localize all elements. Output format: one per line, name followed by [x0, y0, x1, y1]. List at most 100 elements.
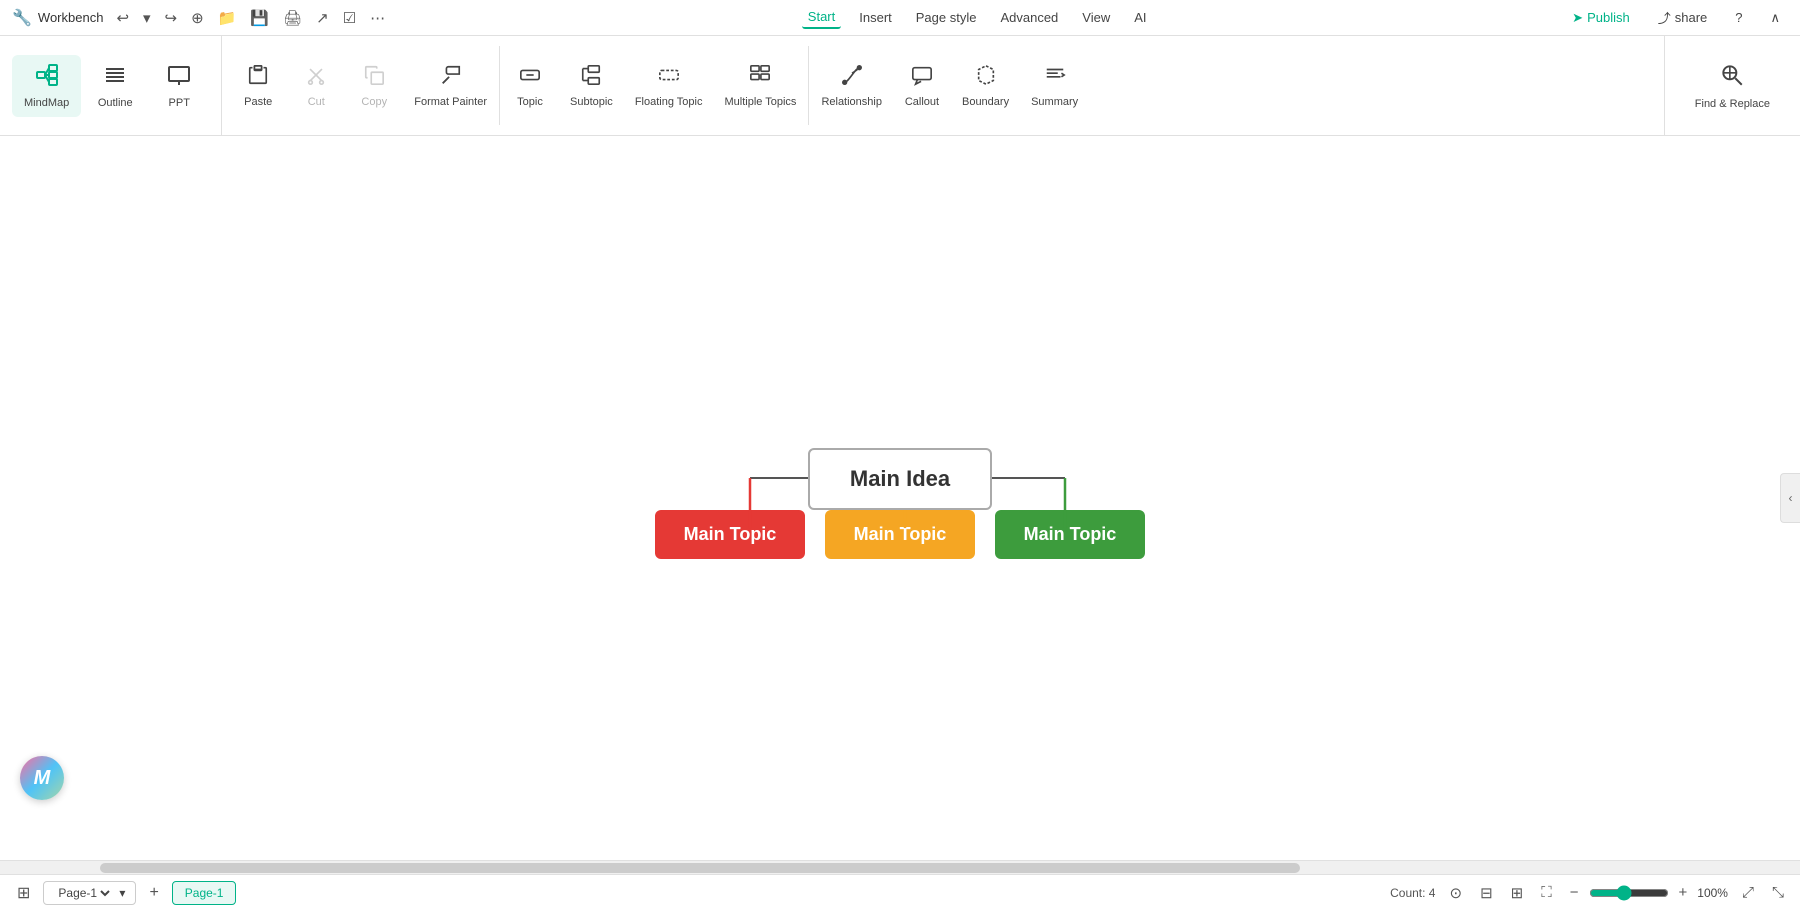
multiple-topics-button[interactable]: Multiple Topics — [714, 58, 806, 114]
format-painter-button[interactable]: Format Painter — [404, 58, 497, 114]
find-replace-button[interactable]: Find & Replace — [1681, 54, 1784, 118]
collapse-all-button[interactable]: ⤡ — [1768, 882, 1788, 903]
boundary-label: Boundary — [962, 96, 1009, 108]
topic-label: Topic — [517, 96, 543, 108]
grid-view-button[interactable]: ⊞ — [1507, 882, 1528, 904]
zoom-out-button[interactable]: − — [1566, 882, 1583, 903]
topic-button[interactable]: Topic — [502, 58, 558, 114]
callout-button[interactable]: Callout — [894, 58, 950, 114]
copy-icon — [363, 64, 385, 92]
collapse-button[interactable]: ∧ — [1763, 7, 1789, 29]
subtopic-button[interactable]: Subtopic — [560, 58, 623, 114]
nav-ai[interactable]: AI — [1128, 7, 1152, 28]
nav-start[interactable]: Start — [802, 6, 841, 29]
zoom-in-button[interactable]: + — [1675, 882, 1692, 903]
canvas[interactable]: Main Idea Main Topic Main Topic Main Top… — [0, 136, 1800, 860]
publish-button[interactable]: ➤ Publish — [1564, 7, 1638, 29]
status-bar-left: ⊞ Page-1 ▾ + Page-1 — [12, 881, 236, 905]
topic-1[interactable]: Main Topic — [655, 510, 805, 559]
paste-label: Paste — [244, 96, 272, 108]
fullscreen-button[interactable]: ⛶ — [1537, 882, 1556, 903]
nav-menu: Start Insert Page style Advanced View AI — [802, 6, 1153, 29]
check-button[interactable]: ☑ — [338, 6, 361, 30]
topic-3[interactable]: Main Topic — [995, 510, 1145, 559]
publish-icon: ➤ — [1572, 10, 1583, 26]
app-icon: 🔧 — [12, 8, 32, 28]
cut-button[interactable]: Cut — [288, 58, 344, 114]
boundary-button[interactable]: Boundary — [952, 58, 1019, 114]
active-page-tab[interactable]: Page-1 — [172, 881, 237, 905]
app-logo: 🔧 Workbench — [12, 8, 103, 28]
summary-label: Summary — [1031, 96, 1078, 108]
ppt-view-button[interactable]: PPT — [149, 55, 209, 117]
toolbar-tools: Paste Cut Copy — [222, 36, 1664, 135]
paste-button[interactable]: Paste — [230, 58, 286, 114]
nav-advanced[interactable]: Advanced — [994, 7, 1064, 28]
cut-label: Cut — [308, 96, 325, 108]
mindmap-view-button[interactable]: MindMap — [12, 55, 81, 117]
split-view-button[interactable]: ⊟ — [1476, 882, 1497, 904]
print-button[interactable]: 🖨 — [278, 6, 307, 30]
main-idea-node[interactable]: Main Idea — [808, 448, 992, 510]
toolbar: MindMap Outline PPT — [0, 36, 1800, 136]
open-file-button[interactable]: 📁 — [213, 6, 242, 30]
callout-label: Callout — [905, 96, 939, 108]
page-select[interactable]: Page-1 — [54, 885, 113, 901]
outline-label: Outline — [98, 97, 133, 109]
summary-button[interactable]: Summary — [1021, 58, 1088, 114]
view-group: MindMap Outline PPT — [0, 36, 222, 135]
callout-icon — [911, 64, 933, 92]
scrollbar-thumb[interactable] — [100, 863, 1300, 873]
more-button[interactable]: ⋯ — [365, 6, 390, 30]
outline-icon — [103, 63, 127, 93]
nav-insert[interactable]: Insert — [853, 7, 898, 28]
outline-view-button[interactable]: Outline — [85, 55, 145, 117]
fit-page-button[interactable]: ⊙ — [1445, 882, 1466, 904]
subtopic-label: Subtopic — [570, 96, 613, 108]
paste-icon — [247, 64, 269, 92]
nav-view[interactable]: View — [1076, 7, 1116, 28]
publish-label: Publish — [1587, 10, 1630, 25]
redo-button[interactable]: ↪ — [160, 6, 183, 30]
horizontal-scrollbar[interactable] — [0, 860, 1800, 874]
floating-topic-button[interactable]: Floating Topic — [625, 58, 713, 114]
nav-page-style[interactable]: Page style — [910, 7, 983, 28]
zoom-slider[interactable] — [1589, 885, 1669, 901]
relationship-button[interactable]: Relationship — [811, 58, 892, 114]
find-replace-group: Find & Replace — [1664, 36, 1800, 135]
status-bar: ⊞ Page-1 ▾ + Page-1 Count: 4 ⊙ ⊟ ⊞ ⛶ − +… — [0, 874, 1800, 910]
new-file-button[interactable]: ⊕ — [186, 6, 209, 30]
collapse-icon: ∧ — [1771, 10, 1781, 25]
floating-topic-icon — [658, 64, 680, 92]
expand-button[interactable]: ⤢ — [1738, 882, 1758, 903]
mindmap-label: MindMap — [24, 97, 69, 109]
undo-redo-group: ↩ ▾ ↪ ⊕ 📁 💾 🖨 ↗ ☑ ⋯ — [111, 6, 390, 30]
export-button[interactable]: ↗ — [311, 6, 334, 30]
undo-button[interactable]: ↩ — [111, 6, 134, 30]
copy-button[interactable]: Copy — [346, 58, 402, 114]
add-page-button[interactable]: + — [144, 882, 163, 904]
mindmap: Main Idea Main Topic Main Topic Main Top… — [655, 448, 1145, 559]
help-label: ? — [1735, 10, 1742, 25]
canvas-area[interactable]: Main Idea Main Topic Main Topic Main Top… — [0, 136, 1800, 860]
sidebar-toggle-button[interactable]: ⊞ — [12, 881, 35, 905]
find-replace-icon — [1719, 62, 1745, 94]
share-icon: ⤴ — [1658, 8, 1671, 27]
mindmap-icon — [35, 63, 59, 93]
zoom-control: − + 100% — [1566, 882, 1728, 903]
summary-icon — [1044, 64, 1066, 92]
ppt-icon — [167, 63, 191, 93]
save-button[interactable]: 💾 — [245, 6, 274, 30]
topic-2[interactable]: Main Topic — [825, 510, 975, 559]
undo-dropdown-button[interactable]: ▾ — [138, 6, 156, 30]
right-panel-collapse[interactable]: ‹ — [1780, 473, 1800, 523]
page-dropdown[interactable]: Page-1 ▾ — [43, 881, 136, 905]
status-bar-right: Count: 4 ⊙ ⊟ ⊞ ⛶ − + 100% ⤢ ⤡ — [1390, 882, 1788, 904]
find-replace-label: Find & Replace — [1695, 98, 1770, 110]
help-button[interactable]: ? — [1727, 7, 1750, 28]
share-button[interactable]: ⤴ share — [1650, 5, 1716, 30]
collapse-chevron-icon: ‹ — [1789, 491, 1793, 505]
multiple-topics-icon — [749, 64, 771, 92]
relationship-label: Relationship — [821, 96, 882, 108]
floating-topic-label: Floating Topic — [635, 96, 703, 108]
